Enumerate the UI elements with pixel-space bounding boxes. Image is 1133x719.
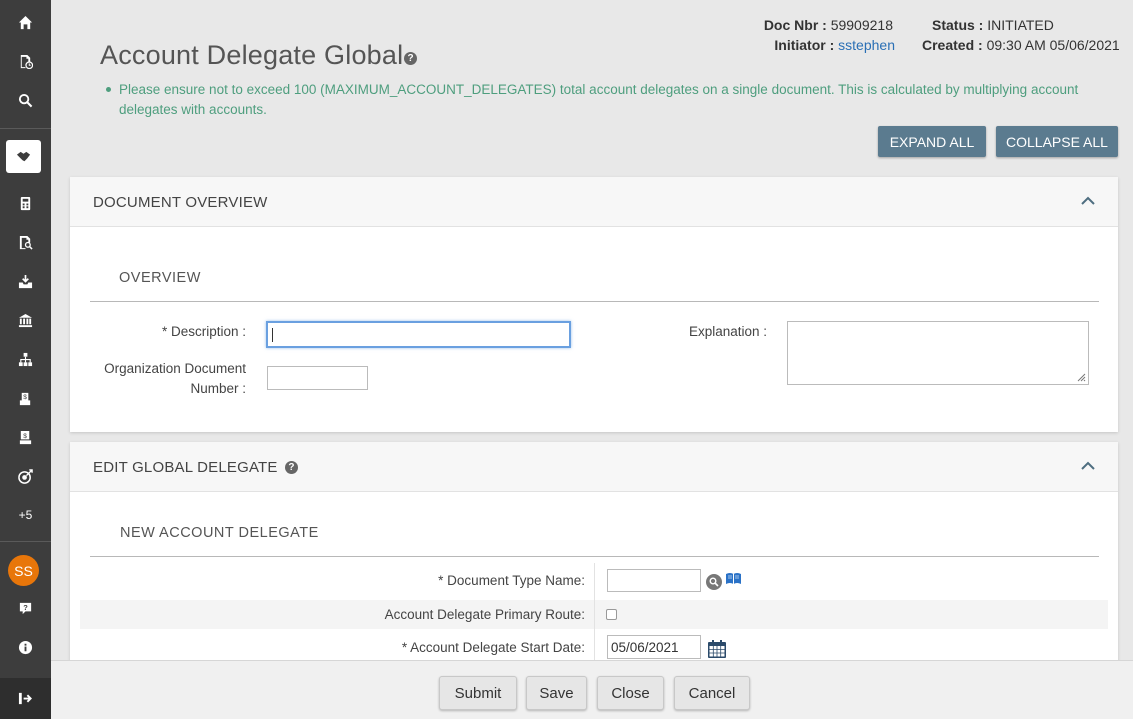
chevron-up-icon[interactable] <box>1080 458 1096 474</box>
sidebar-divider <box>0 128 51 129</box>
section-divider <box>90 556 1099 557</box>
help-icon[interactable]: ? <box>404 52 417 65</box>
info-icon[interactable] <box>0 629 51 665</box>
overview-section-title: OVERVIEW <box>119 270 201 286</box>
question-icon[interactable]: ? <box>0 590 51 626</box>
status-value: INITIATED <box>987 17 1054 33</box>
action-footer <box>51 660 1133 719</box>
org-doc-number-label: Organization Document Number : <box>90 359 246 399</box>
sign-dollar-alt-icon[interactable]: $ <box>0 419 51 455</box>
start-date-input[interactable]: 05/06/2021 <box>607 635 701 659</box>
calendar-icon[interactable] <box>707 639 727 659</box>
created: Created : 09:30 AM 05/06/2021 <box>922 37 1120 53</box>
column-divider <box>594 563 595 660</box>
calculator-icon[interactable] <box>0 185 51 221</box>
doc-nbr-value: 59909218 <box>830 17 893 33</box>
created-value: 09:30 AM 05/06/2021 <box>986 37 1120 53</box>
cancel-button[interactable]: Cancel <box>674 676 750 710</box>
lookup-search-icon[interactable] <box>706 574 722 590</box>
svg-text:?: ? <box>23 602 28 611</box>
new-account-delegate-title: NEW ACCOUNT DELEGATE <box>120 525 319 541</box>
document-type-name-label: * Document Type Name: <box>438 573 585 588</box>
inbox-download-icon[interactable] <box>0 263 51 299</box>
document-clock-icon[interactable] <box>0 43 51 79</box>
created-label: Created : <box>922 37 983 53</box>
document-overview-header[interactable]: DOCUMENT OVERVIEW <box>70 177 1118 227</box>
more-items-button[interactable]: +5 <box>0 497 51 533</box>
sign-dollar-icon[interactable]: $ <box>0 380 51 416</box>
sidebar-divider <box>0 541 51 542</box>
doc-nbr: Doc Nbr : 59909218 <box>764 17 893 33</box>
doc-nbr-label: Doc Nbr : <box>763 17 827 33</box>
status: Status : INITIATED <box>932 17 1054 33</box>
book-icon[interactable] <box>725 572 742 586</box>
home-icon[interactable] <box>0 4 51 40</box>
notice-message: Please ensure not to exceed 100 (MAXIMUM… <box>106 80 1118 120</box>
document-overview-title: DOCUMENT OVERVIEW <box>93 194 268 211</box>
target-icon[interactable] <box>0 458 51 494</box>
initiator-link[interactable]: sstephen <box>838 37 895 53</box>
primary-route-label: Account Delegate Primary Route: <box>384 607 585 622</box>
handshake-icon[interactable] <box>6 140 41 173</box>
start-date-value: 05/06/2021 <box>611 640 679 655</box>
primary-route-checkbox[interactable] <box>606 609 617 620</box>
document-type-name-input[interactable] <box>607 569 701 592</box>
search-icon[interactable] <box>0 82 51 118</box>
resize-handle-icon[interactable] <box>1077 373 1086 382</box>
edit-global-delegate-title-text: EDIT GLOBAL DELEGATE <box>93 459 278 476</box>
initiator: Initiator : sstephen <box>774 37 895 53</box>
explanation-label: Explanation : <box>688 324 767 339</box>
sidebar: $ $ +5 SS ? <box>0 0 51 719</box>
explanation-textarea[interactable] <box>787 321 1089 385</box>
edit-global-delegate-title: EDIT GLOBAL DELEGATE ? <box>93 459 298 476</box>
page-title: Account Delegate Global <box>100 40 404 70</box>
collapse-all-button[interactable]: COLLAPSE ALL <box>996 126 1118 157</box>
avatar[interactable]: SS <box>8 555 39 586</box>
org-chart-icon[interactable] <box>0 341 51 377</box>
initiator-label: Initiator : <box>774 37 835 53</box>
status-label: Status : <box>932 17 984 33</box>
close-button[interactable]: Close <box>597 676 664 710</box>
logout-icon[interactable] <box>0 678 51 719</box>
description-label: * Description : <box>161 324 246 339</box>
text-caret <box>272 328 273 342</box>
org-doc-number-label-line2: Number : <box>190 381 246 396</box>
description-input[interactable] <box>266 321 571 348</box>
org-doc-number-input[interactable] <box>267 366 368 390</box>
start-date-label: * Account Delegate Start Date: <box>401 640 585 655</box>
svg-text:$: $ <box>23 393 27 400</box>
bank-icon[interactable] <box>0 302 51 338</box>
org-doc-number-label-line1: Organization Document <box>104 361 246 376</box>
edit-global-delegate-header[interactable]: EDIT GLOBAL DELEGATE ? <box>70 442 1118 492</box>
chevron-up-icon[interactable] <box>1080 193 1096 209</box>
section-divider <box>90 301 1099 302</box>
svg-text:$: $ <box>23 432 27 439</box>
expand-all-button[interactable]: EXPAND ALL <box>878 126 986 157</box>
help-icon[interactable]: ? <box>285 461 298 474</box>
document-search-icon[interactable] <box>0 224 51 260</box>
submit-button[interactable]: Submit <box>439 676 517 710</box>
save-button[interactable]: Save <box>526 676 587 710</box>
